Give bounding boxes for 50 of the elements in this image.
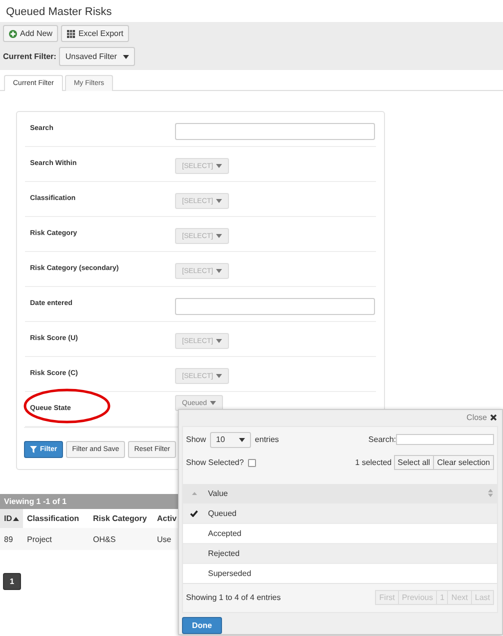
entries-label: entries: [254, 435, 279, 444]
plus-circle-icon: [9, 30, 17, 38]
table-cell: OH&S: [89, 528, 153, 550]
page-size-dropdown[interactable]: 10: [210, 432, 251, 448]
show-selected-label: Show Selected?: [186, 458, 244, 468]
clear-selection-button[interactable]: Clear selection: [433, 455, 494, 470]
show-label: Show: [186, 435, 206, 444]
text-field[interactable]: [175, 298, 375, 315]
grid-icon: [67, 30, 76, 38]
done-button[interactable]: Done: [182, 616, 222, 634]
option-label: Queued: [207, 508, 238, 518]
search-label: Search:: [368, 435, 396, 444]
column-header[interactable]: Classification: [23, 509, 89, 528]
entries-info: Showing 1 to 4 of 4 entries: [186, 593, 281, 602]
checkbox[interactable]: [248, 458, 256, 467]
caret-icon: [238, 438, 245, 442]
funnel-icon: [30, 446, 37, 453]
close-icon: [490, 414, 497, 422]
filter-label: Current Filter:: [3, 52, 56, 61]
caret-icon: [216, 199, 222, 203]
caret-icon: [216, 164, 222, 168]
page-button[interactable]: 1: [3, 573, 21, 590]
text-field[interactable]: [175, 123, 375, 140]
toolbar-button[interactable]: Add New: [3, 25, 58, 42]
close-button[interactable]: Close: [466, 412, 497, 424]
option-row[interactable]: Accepted: [183, 522, 497, 543]
caret-icon: [122, 54, 129, 58]
caret-icon: [216, 234, 222, 238]
option-row[interactable]: Superseded: [183, 562, 497, 583]
filter-dropdown[interactable]: Unsaved Filter: [59, 47, 135, 66]
caret-icon: [216, 339, 222, 343]
caret-icon: [216, 269, 222, 273]
page-title: Queued Master Risks: [5, 5, 113, 20]
table-cell: 89: [0, 528, 23, 550]
option-label: Accepted: [207, 528, 242, 538]
option-label: Rejected: [207, 548, 241, 558]
caret-icon: [216, 374, 222, 378]
option-row[interactable]: Queued: [183, 502, 497, 523]
sort-icon: [488, 489, 493, 498]
selected-count: 1 selected: [355, 458, 392, 468]
table-cell: Project: [23, 528, 89, 550]
option-row[interactable]: Rejected: [183, 542, 497, 563]
option-label: Superseded: [207, 568, 252, 578]
sort-up-icon: [13, 516, 19, 521]
check-icon: [190, 510, 198, 517]
select-all-button[interactable]: Select all: [394, 455, 434, 470]
column-header[interactable]: ID: [0, 509, 23, 528]
caret-icon: [210, 401, 216, 405]
toolbar-button[interactable]: Excel Export: [61, 25, 130, 42]
search-field[interactable]: [396, 434, 494, 446]
